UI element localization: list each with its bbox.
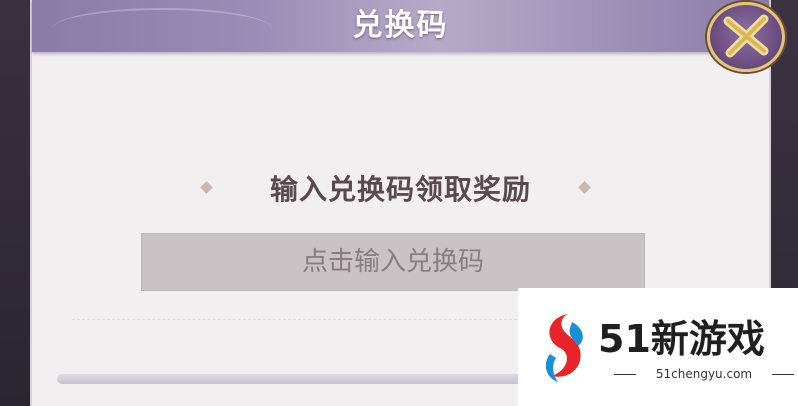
watermark: 51新游戏 51chengyu.com <box>518 288 798 406</box>
dialog-title: 兑换码 <box>352 8 449 43</box>
faint-divider <box>72 305 532 320</box>
redeem-code-input[interactable]: 点击输入兑换码 <box>141 233 645 291</box>
watermark-url: 51chengyu.com <box>614 364 794 384</box>
instruction-text: 输入兑换码领取奖励 <box>269 173 531 206</box>
watermark-logo <box>545 314 583 382</box>
close-x-icon <box>723 14 769 58</box>
watermark-brand: 51新游戏 <box>598 317 765 361</box>
dialog-header: 兑换码 <box>32 0 769 52</box>
close-button[interactable] <box>707 2 785 72</box>
instruction-row: 输入兑换码领取奖励 <box>32 170 769 210</box>
